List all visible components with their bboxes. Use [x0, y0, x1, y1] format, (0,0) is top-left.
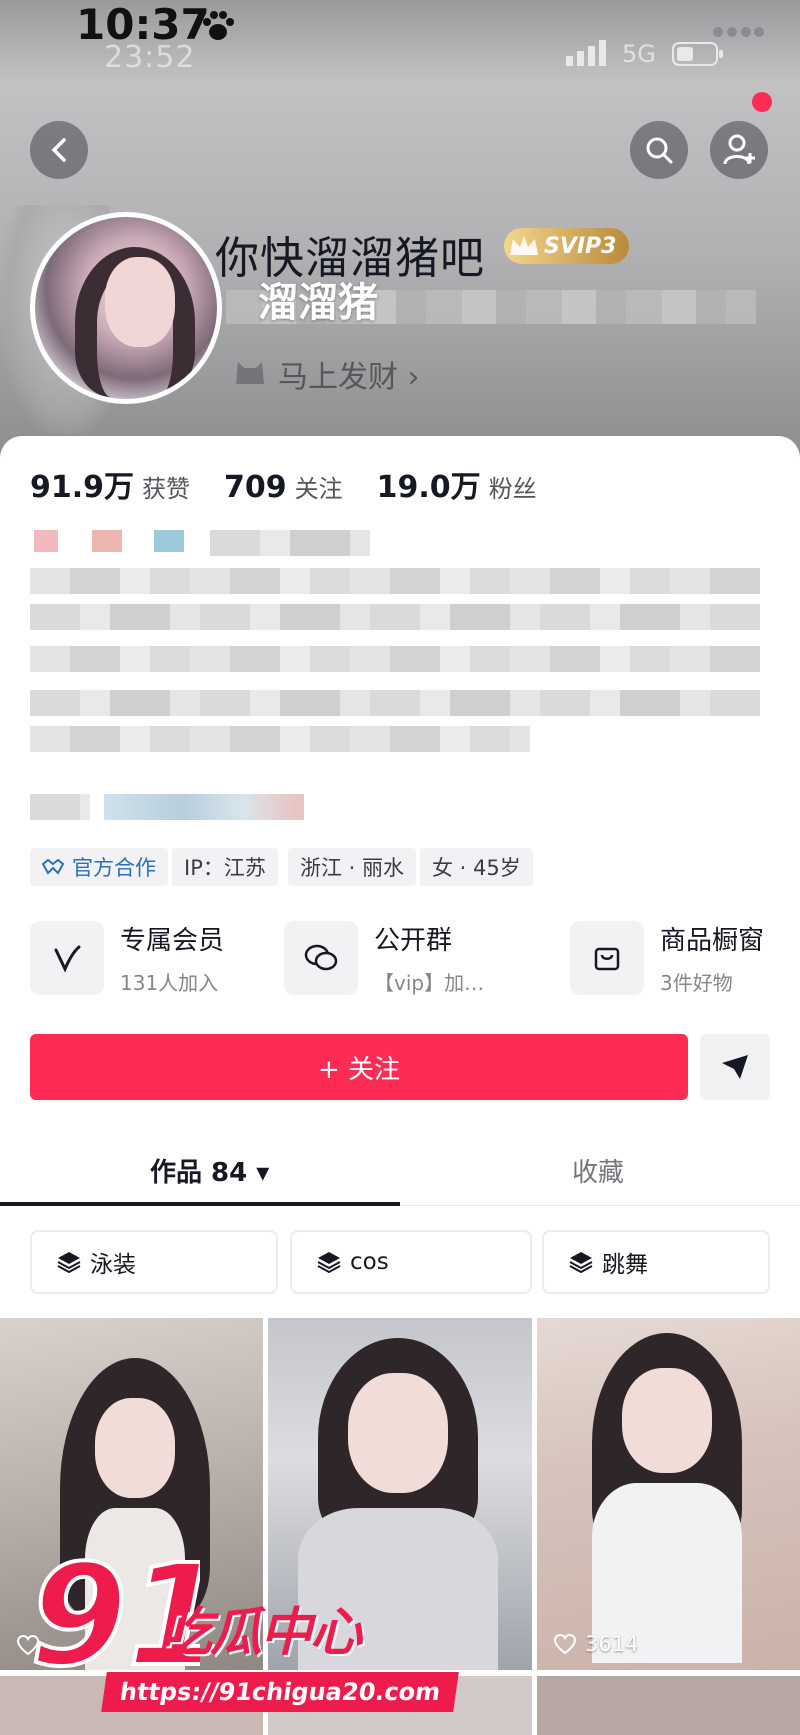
- heart-icon: [553, 1633, 577, 1655]
- overlay-name: 溜溜猪: [258, 280, 378, 326]
- thumb-figure-face: [622, 1368, 712, 1473]
- thumb-like-count: 3614: [553, 1632, 638, 1656]
- bag-icon: [594, 947, 620, 971]
- blurred-emoji: [34, 530, 58, 552]
- add-friend-button[interactable]: [710, 121, 768, 179]
- svip-badge[interactable]: SVIP3: [504, 228, 629, 264]
- add-friend-icon: [723, 134, 755, 165]
- following-count[interactable]: 709: [224, 470, 287, 505]
- video-thumbnail-partial[interactable]: [537, 1676, 800, 1735]
- handshake-icon: [42, 858, 64, 875]
- avatar[interactable]: [30, 212, 222, 404]
- likes-count[interactable]: 91.9万: [30, 462, 134, 506]
- stack-icon: [569, 1252, 593, 1274]
- battery-icon: [672, 42, 723, 66]
- product-showcase-entry[interactable]: 商品橱窗 3件好物: [570, 920, 764, 996]
- tab-favorites[interactable]: 收藏: [572, 1152, 624, 1189]
- collection-cos[interactable]: cos: [290, 1230, 532, 1294]
- exclusive-membership-entry[interactable]: 专属会员 131人加入: [30, 920, 224, 996]
- thumb-figure-face: [348, 1373, 448, 1493]
- chat-icon: [304, 944, 338, 971]
- feature-title: 专属会员: [120, 926, 225, 956]
- location-tag: 浙江 · 丽水: [288, 848, 417, 886]
- stack-icon: [317, 1252, 341, 1274]
- blurred-emoji: [154, 530, 184, 552]
- avatar-face: [105, 257, 175, 347]
- official-cooperation-tag[interactable]: 官方合作: [30, 848, 168, 886]
- feature-subtitle: 【vip】加…: [374, 971, 485, 995]
- feature-icon-box: [570, 921, 644, 995]
- likes-label: 获赞: [142, 475, 191, 503]
- back-button[interactable]: [30, 121, 88, 179]
- share-button[interactable]: [700, 1034, 770, 1100]
- paper-plane-icon: [722, 1055, 748, 1079]
- blurred-bio-line: [30, 726, 530, 752]
- fortune-tag[interactable]: 马上发财 ›: [278, 352, 420, 396]
- paw-icon: [203, 11, 234, 40]
- follow-button[interactable]: + 关注: [30, 1034, 688, 1100]
- notification-dot: [752, 92, 772, 112]
- fortune-cat-icon: [236, 362, 264, 384]
- thumb-like-count-label: 3614: [585, 1632, 639, 1656]
- collection-swimwear[interactable]: 泳装: [30, 1230, 278, 1294]
- followers-label: 粉丝: [488, 475, 537, 503]
- feature-subtitle: 131人加入: [120, 971, 219, 995]
- video-thumbnail[interactable]: 3614: [537, 1318, 800, 1670]
- tab-active-underline: [0, 1202, 400, 1206]
- more-dots-icon: [713, 27, 764, 37]
- search-icon: [646, 137, 673, 164]
- chevron-left-icon: [51, 138, 66, 162]
- stack-icon: [57, 1252, 81, 1274]
- status-time-faded: 23:52: [104, 40, 196, 75]
- network-label: 5G: [622, 40, 656, 68]
- blurred-bio-line: [30, 690, 760, 716]
- blurred-bio-line: [30, 568, 760, 594]
- feature-icon-box: [30, 921, 104, 995]
- blurred-bio-line: [210, 530, 370, 556]
- gender-age-tag: 女 · 45岁: [420, 848, 533, 886]
- watermark-brand: 吃瓜中心: [160, 1603, 362, 1663]
- feature-subtitle: 3件好物: [660, 971, 733, 995]
- crown-icon: [510, 236, 538, 255]
- blurred-bio-line: [30, 604, 760, 630]
- following-label: 关注: [294, 475, 343, 503]
- collection-label: cos: [350, 1249, 389, 1275]
- svip-badge-label: SVIP3: [544, 233, 617, 259]
- profile-stats: 91.9万 获赞 709 关注 19.0万 粉丝: [30, 462, 571, 506]
- feature-icon-box: [284, 921, 358, 995]
- tab-works[interactable]: 作品 84 ▾: [150, 1152, 269, 1189]
- v-icon: [54, 945, 81, 973]
- blurred-link[interactable]: [104, 794, 304, 820]
- public-group-entry[interactable]: 公开群 【vip】加…: [284, 920, 484, 996]
- feature-title: 商品橱窗: [660, 926, 765, 956]
- official-cooperation-label: 官方合作: [72, 856, 156, 880]
- blurred-bio-line: [30, 794, 90, 820]
- signal-icon: [566, 40, 606, 66]
- blurred-bio-line: [30, 646, 760, 672]
- thumb-figure-face: [95, 1398, 175, 1498]
- search-button[interactable]: [630, 121, 688, 179]
- collection-label: 泳装: [90, 1252, 136, 1278]
- feature-title: 公开群: [374, 926, 453, 956]
- blurred-emoji: [92, 530, 122, 552]
- collection-dance[interactable]: 跳舞: [542, 1230, 770, 1294]
- watermark-url: https://91chigua20.com: [101, 1672, 460, 1712]
- collection-label: 跳舞: [602, 1252, 648, 1278]
- followers-count[interactable]: 19.0万: [377, 462, 481, 506]
- ip-tag: IP：江苏: [172, 848, 278, 886]
